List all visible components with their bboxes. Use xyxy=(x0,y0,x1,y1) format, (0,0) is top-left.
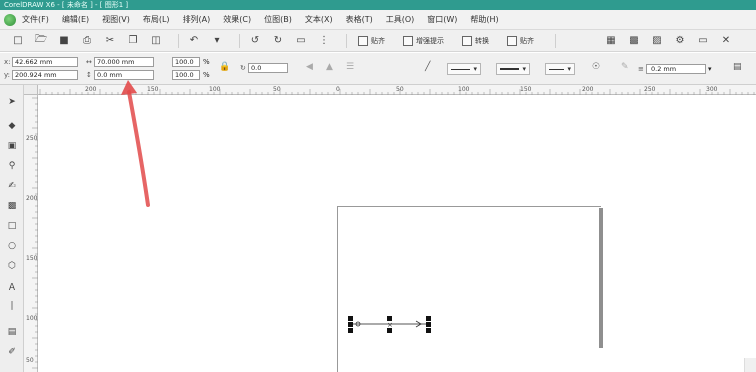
handle-middle-left[interactable] xyxy=(348,322,353,327)
handle-top-left[interactable] xyxy=(348,316,353,321)
center-marker-icon: × xyxy=(387,321,393,329)
handle-top-right[interactable] xyxy=(426,316,431,321)
annotation-arrow-shaft xyxy=(127,90,150,207)
horizontal-ruler-ticks xyxy=(39,89,755,95)
vertical-ruler-ticks xyxy=(32,97,38,369)
overlay-graphics: × xyxy=(32,80,755,369)
handle-bottom-left[interactable] xyxy=(348,328,353,333)
annotation-arrow-head xyxy=(121,80,137,95)
handle-middle-right[interactable] xyxy=(426,322,431,327)
annotation-arrow xyxy=(121,80,150,207)
handle-bottom-right[interactable] xyxy=(426,328,431,333)
